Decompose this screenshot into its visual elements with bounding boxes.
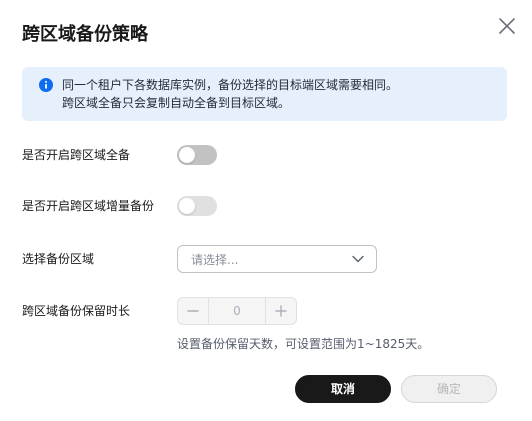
- full-backup-toggle[interactable]: [177, 145, 217, 165]
- cross-region-backup-dialog: 跨区域备份策略 同一个租户下各数据库实例，备份选择的目标端区域需要相同。 跨区域…: [0, 0, 532, 421]
- region-select-placeholder: 请选择...: [191, 253, 239, 267]
- incremental-backup-toggle[interactable]: [177, 196, 217, 216]
- full-backup-label: 是否开启跨区域全备: [22, 148, 131, 162]
- plus-icon[interactable]: [265, 298, 296, 324]
- dialog-title: 跨区域备份策略: [22, 24, 148, 45]
- region-label: 选择备份区域: [22, 252, 95, 266]
- toggle-knob: [179, 198, 195, 214]
- minus-icon[interactable]: [178, 298, 209, 324]
- retention-hint: 设置备份保留天数，可设置范围为1~1825天。: [177, 337, 430, 351]
- chevron-down-icon: [352, 254, 364, 264]
- retention-label: 跨区域备份保留时长: [22, 304, 131, 318]
- info-icon: [39, 78, 53, 92]
- notice-text-line-2: 跨区域全备只会复制自动全备到目标区域。: [62, 96, 291, 110]
- info-notice: 同一个租户下各数据库实例，备份选择的目标端区域需要相同。 跨区域全备只会复制自动…: [22, 67, 507, 121]
- retention-value[interactable]: 0: [209, 302, 265, 320]
- toggle-knob: [179, 147, 195, 163]
- notice-text-line-1: 同一个租户下各数据库实例，备份选择的目标端区域需要相同。: [62, 78, 399, 92]
- region-select[interactable]: 请选择...: [177, 245, 377, 273]
- confirm-button[interactable]: 确定: [401, 375, 497, 403]
- cancel-button[interactable]: 取消: [295, 375, 391, 403]
- retention-stepper: 0: [177, 297, 297, 325]
- close-icon[interactable]: [496, 15, 518, 37]
- incremental-backup-label: 是否开启跨区域增量备份: [22, 199, 155, 213]
